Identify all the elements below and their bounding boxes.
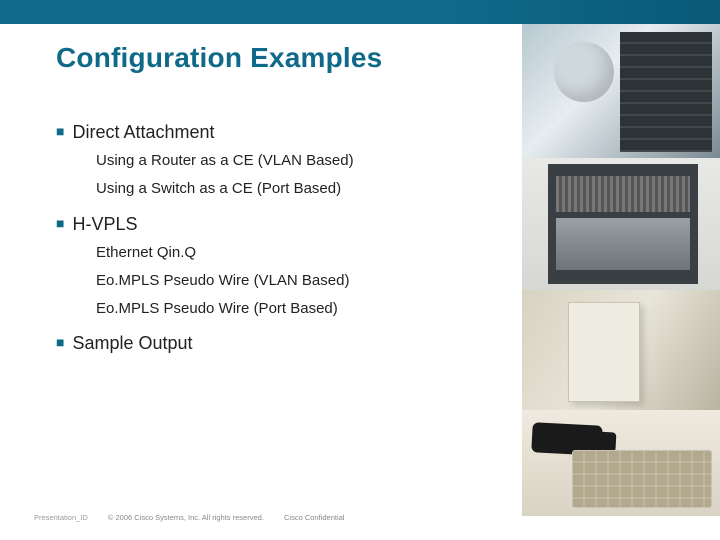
bullet-square-icon: ■: [56, 123, 64, 139]
rack-shape: [548, 164, 698, 284]
bullet-heading: ■ H-VPLS: [56, 214, 486, 235]
decorative-photo-strip: [522, 24, 720, 516]
photo-rack-front: [522, 158, 720, 290]
photo-phone-keyboard: [522, 410, 720, 516]
footer-presentation-id: Presentation_ID: [34, 513, 88, 522]
section-heading-text: Sample Output: [72, 333, 192, 353]
section-hvpls: ■ H-VPLS Ethernet Qin.Q Eo.MPLS Pseudo Wi…: [56, 214, 486, 320]
bullet-square-icon: ■: [56, 215, 64, 231]
sub-bullet: Using a Router as a CE (VLAN Based): [96, 151, 486, 171]
sub-bullet: Eo.MPLS Pseudo Wire (VLAN Based): [96, 271, 486, 291]
keyboard-shape: [572, 450, 712, 508]
slide-body: ■ Direct Attachment Using a Router as a C…: [56, 108, 486, 360]
section-heading-text: H-VPLS: [72, 214, 137, 234]
slide-title: Configuration Examples: [56, 42, 382, 74]
bullet-heading: ■ Direct Attachment: [56, 122, 486, 143]
section-heading-text: Direct Attachment: [72, 122, 214, 142]
section-direct-attachment: ■ Direct Attachment Using a Router as a C…: [56, 122, 486, 200]
photo-tower-server: [522, 290, 720, 410]
sub-bullet: Ethernet Qin.Q: [96, 243, 486, 263]
bullet-heading: ■ Sample Output: [56, 333, 486, 354]
sub-bullet: Eo.MPLS Pseudo Wire (Port Based): [96, 299, 486, 319]
slide-footer: Presentation_ID © 2006 Cisco Systems, In…: [34, 513, 362, 522]
slide: Configuration Examples ■ Direct Attachmen…: [0, 0, 720, 540]
sub-bullet: Using a Switch as a CE (Port Based): [96, 179, 486, 199]
top-accent-bar: [0, 0, 720, 24]
photo-rack-closeup: [522, 24, 720, 158]
bullet-square-icon: ■: [56, 334, 64, 350]
footer-copyright: © 2006 Cisco Systems, Inc. All rights re…: [108, 513, 264, 522]
section-sample-output: ■ Sample Output: [56, 333, 486, 354]
footer-confidential: Cisco Confidential: [284, 513, 344, 522]
